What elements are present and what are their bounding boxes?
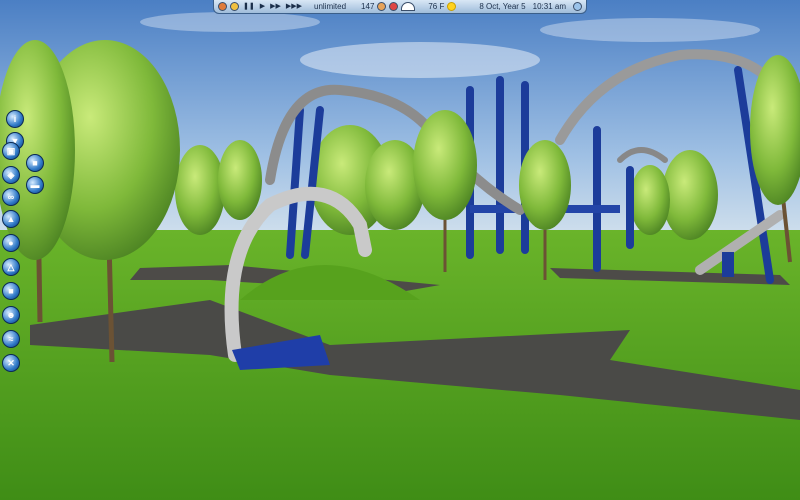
park-status-icon[interactable] [401, 2, 416, 11]
rollercoaster-icon[interactable]: ∞ [2, 188, 20, 206]
guests-icon[interactable] [377, 2, 387, 11]
cloud [300, 42, 540, 78]
fastest-button[interactable]: ▶▶▶ [285, 2, 303, 11]
guests-icon[interactable]: ☻ [2, 306, 20, 324]
park-rating-icon[interactable] [389, 2, 399, 11]
temperature: 76 F [428, 2, 445, 11]
cash-label[interactable]: unlimited [314, 2, 346, 11]
delete-icon[interactable]: ✕ [2, 354, 20, 372]
coaster-pillar-cap [722, 252, 734, 277]
clock-icon[interactable] [572, 2, 582, 11]
save-icon[interactable]: ■ [26, 154, 44, 172]
weather-sun-icon [447, 2, 457, 11]
paths-icon[interactable]: ■ [2, 282, 20, 300]
rides-icon[interactable]: ◈ [2, 166, 20, 184]
play-button[interactable]: ▶ [259, 2, 266, 11]
date: 8 Oct, Year 5 [479, 2, 526, 11]
scenery-icon[interactable]: ● [2, 234, 20, 252]
camera-icon[interactable]: ▣ [2, 142, 20, 160]
info-icon[interactable]: i [6, 110, 24, 128]
options-icon[interactable] [218, 2, 227, 11]
time: 10:31 am [532, 2, 566, 11]
guest-count[interactable]: 147 [361, 2, 374, 11]
shops-icon[interactable]: ▬ [26, 176, 44, 194]
cloud [540, 18, 760, 42]
game-viewport[interactable] [0, 0, 800, 500]
staff-icon[interactable]: ▲ [2, 210, 20, 228]
fast-forward-button[interactable]: ▶▶ [269, 2, 282, 11]
camera-icon[interactable] [229, 2, 239, 11]
terrain-icon[interactable]: △ [2, 258, 20, 276]
water-icon[interactable]: ≈ [2, 330, 20, 348]
cloud [140, 12, 320, 32]
status-toolbar: ❚❚ ▶ ▶▶ ▶▶▶ unlimited 147 76 F 8 Oct, Ye… [213, 0, 587, 14]
pause-button[interactable]: ❚❚ [242, 2, 256, 11]
